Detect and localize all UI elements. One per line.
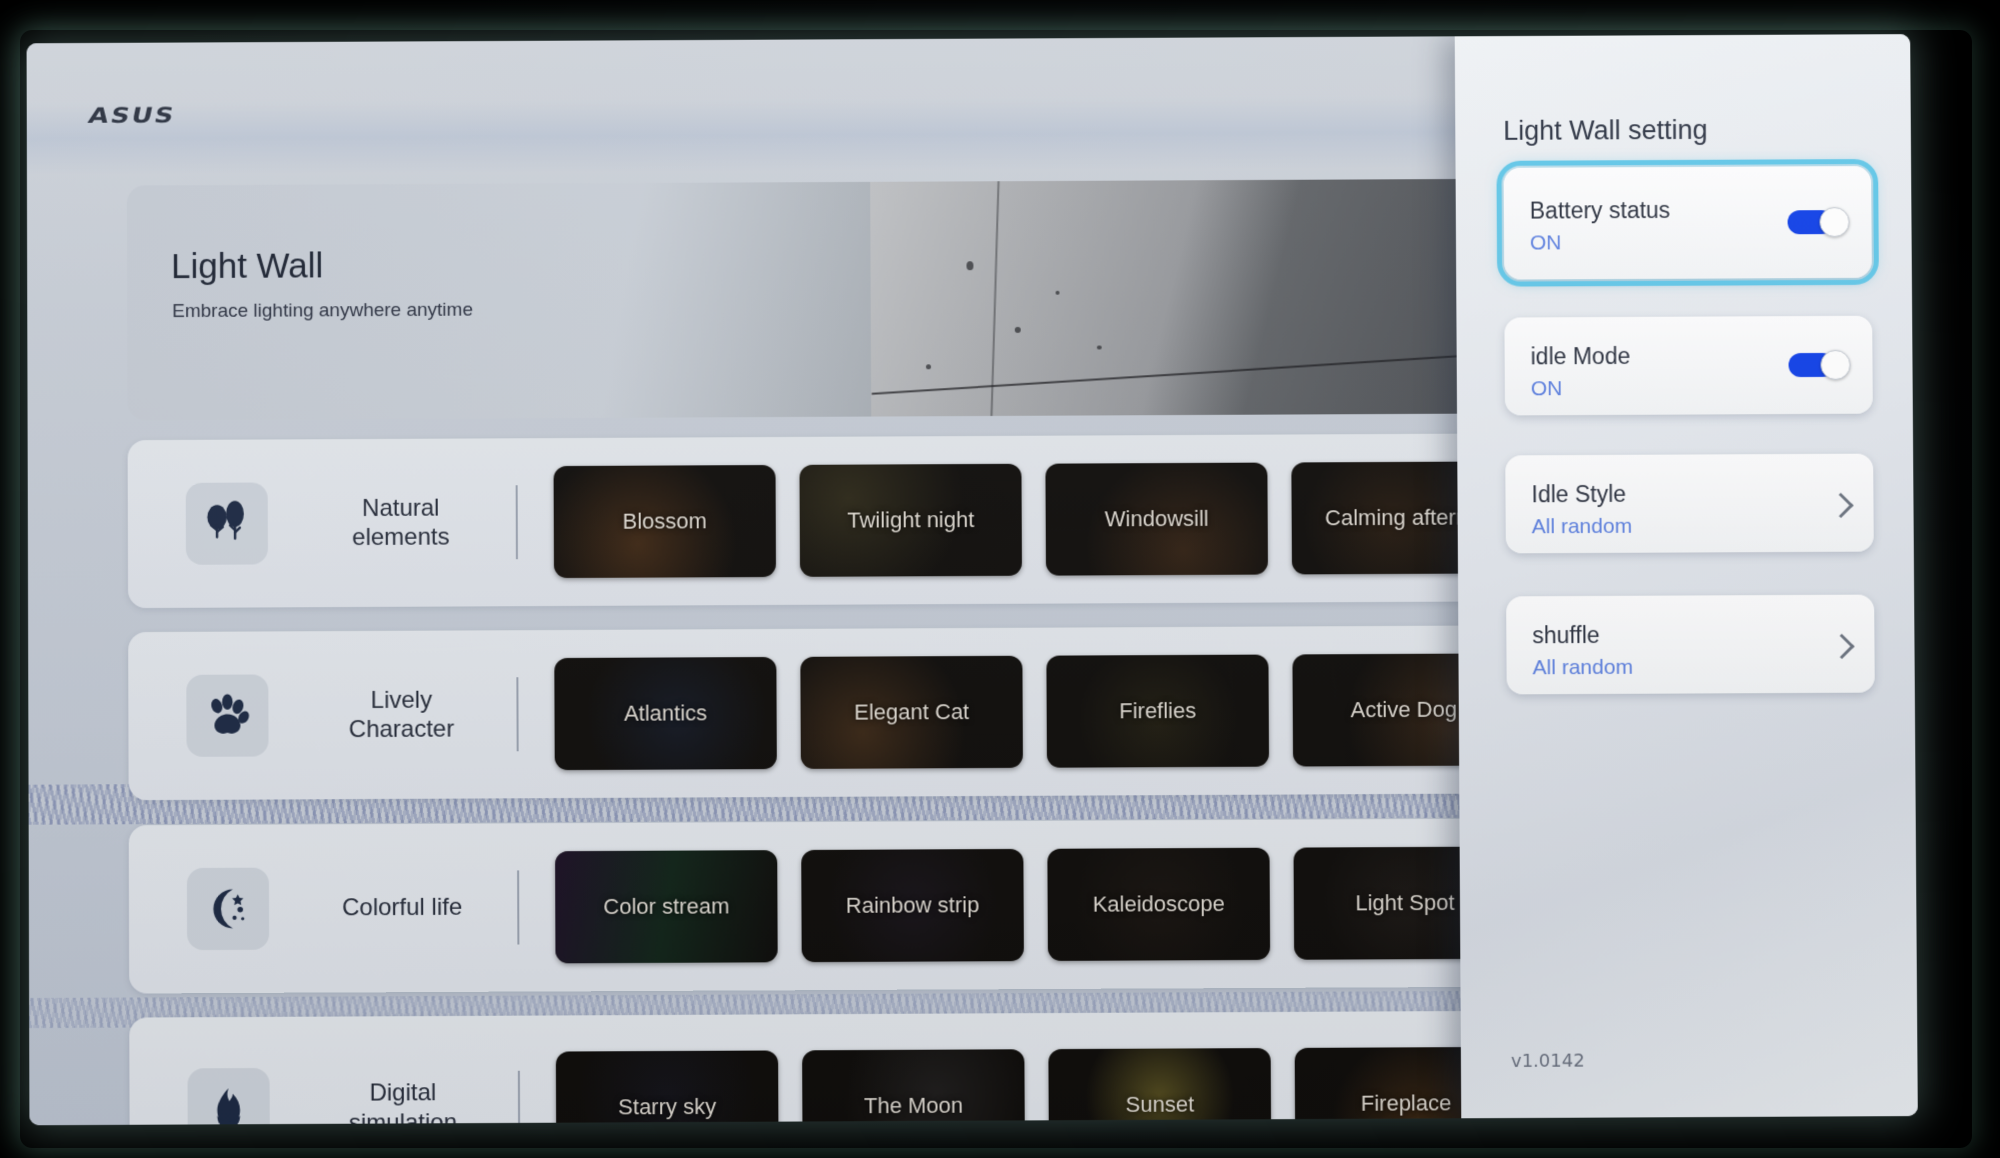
effect-tile[interactable]: Atlantics (554, 657, 777, 770)
tablet-screen: ASUS Light Wall Embrace lighting anywher… (27, 34, 1918, 1125)
hero-photo (870, 179, 1462, 417)
setting-label: Battery status (1530, 197, 1671, 225)
category-label: Colorful life (297, 893, 507, 923)
category-label-line1: Natural (296, 493, 506, 523)
category-label-line2: elements (296, 522, 506, 552)
effect-tile-label: The Moon (864, 1092, 963, 1119)
battery-status-toggle[interactable] (1787, 207, 1849, 237)
effect-tile-label: Color stream (603, 893, 729, 920)
chevron-right-icon[interactable] (1829, 634, 1854, 659)
category-row-digital-simulation: Digital simulation Starry sky The Moon S… (129, 1011, 1461, 1126)
effect-tile[interactable]: Elegant Cat (800, 656, 1023, 769)
effect-tile[interactable]: Twilight night (799, 464, 1021, 577)
category-row-lively-character: Lively Character Atlantics Elegant Cat F… (128, 625, 1461, 800)
effect-tile-label: Active Dog (1350, 697, 1457, 724)
effect-tile-label: Fireplace (1361, 1090, 1452, 1117)
page-title: Light Wall (171, 246, 323, 287)
screen-sheen (27, 96, 1456, 175)
effect-tile-label: Sunset (1125, 1091, 1194, 1117)
effect-tile-label: Blossom (623, 508, 707, 534)
effect-tile[interactable]: Windowsill (1045, 463, 1268, 576)
chevron-right-icon[interactable] (1828, 493, 1853, 518)
photo-background: ASUS Light Wall Embrace lighting anywher… (0, 0, 2000, 1158)
category-label: Natural elements (296, 493, 506, 553)
category-row-colorful-life: Colorful life Color stream Rainbow strip… (129, 818, 1462, 993)
setting-item-idle-mode[interactable]: idle Mode ON (1504, 316, 1872, 416)
setting-label: idle Mode (1531, 343, 1631, 370)
effect-tile-label: Elegant Cat (854, 699, 969, 726)
setting-item-idle-style[interactable]: Idle Style All random (1505, 454, 1874, 554)
effect-tile[interactable]: Kaleidoscope (1047, 848, 1270, 961)
idle-mode-toggle[interactable] (1788, 350, 1850, 380)
setting-label: Idle Style (1531, 481, 1626, 508)
effect-tiles: Color stream Rainbow strip Kaleidoscope … (555, 847, 1461, 964)
effect-tile[interactable]: Light Spot (1294, 847, 1462, 960)
asus-wordmark-icon: ASUS (86, 103, 178, 128)
effect-tile-label: Kaleidoscope (1093, 891, 1225, 918)
effect-tile[interactable]: Fireplace (1295, 1046, 1462, 1125)
setting-value: All random (1532, 515, 1633, 539)
effect-tile[interactable]: Blossom (554, 465, 776, 578)
effect-tile[interactable]: Fireflies (1046, 655, 1269, 768)
category-label-line2: Character (296, 714, 506, 744)
tree-icon (186, 482, 268, 564)
effect-tiles: Blossom Twilight night Windowsill Calmin… (554, 461, 1462, 578)
flame-icon (187, 1067, 269, 1125)
effect-tile-label: Calming afterno (1325, 505, 1461, 532)
light-wall-app: ASUS Light Wall Embrace lighting anywher… (27, 36, 1462, 1125)
effect-tile[interactable]: Calming afterno (1291, 461, 1461, 574)
category-label-line2: simulation (298, 1107, 508, 1125)
category-label: Lively Character (296, 685, 506, 745)
setting-label: shuffle (1532, 622, 1600, 649)
effect-tile-label: Starry sky (618, 1093, 716, 1120)
row-divider (517, 870, 519, 944)
effect-tile-label: Windowsill (1105, 506, 1209, 532)
effect-tile[interactable]: Color stream (555, 850, 778, 963)
light-wall-setting-drawer: Light Wall setting Battery status ON idl… (1455, 34, 1918, 1118)
paw-print-icon (186, 674, 268, 756)
setting-value: All random (1532, 656, 1633, 681)
effect-tile-label: Rainbow strip (846, 892, 980, 919)
effect-tile[interactable]: Starry sky (556, 1050, 779, 1125)
effect-tiles: Atlantics Elegant Cat Fireflies Active D… (554, 653, 1461, 770)
effect-tile[interactable]: The Moon (802, 1049, 1025, 1126)
firmware-version: v1.0142 (1511, 1051, 1585, 1072)
category-label-line1: Lively (296, 685, 506, 715)
effect-tile-label: Twilight night (847, 507, 974, 534)
row-divider (518, 1070, 520, 1125)
setting-item-shuffle[interactable]: shuffle All random (1506, 595, 1875, 695)
toggle-knob (1820, 350, 1850, 380)
category-label: Digital simulation (298, 1078, 508, 1125)
drawer-title: Light Wall setting (1503, 115, 1708, 147)
page-subtitle: Embrace lighting anywhere anytime (172, 300, 473, 323)
setting-item-battery-status[interactable]: Battery status ON (1503, 166, 1871, 280)
effect-tile-label: Fireflies (1119, 698, 1196, 724)
effect-tile-label: Atlantics (624, 700, 707, 726)
category-label-line1: Digital (298, 1078, 508, 1108)
setting-value: ON (1531, 377, 1563, 401)
hero-banner: Light Wall Embrace lighting anywhere any… (127, 179, 1461, 421)
category-row-natural-elements: Natural elements Blossom Twilight night … (128, 433, 1462, 608)
effect-tile[interactable]: Sunset (1048, 1048, 1271, 1126)
effect-tile[interactable]: Rainbow strip (801, 849, 1024, 962)
toggle-knob (1819, 207, 1849, 237)
row-divider (516, 485, 518, 559)
effect-tile-label: Light Spot (1355, 890, 1454, 917)
crescent-moon-stars-icon (187, 868, 269, 951)
effect-tiles: Starry sky The Moon Sunset Fireplace (556, 1046, 1461, 1125)
effect-tile[interactable]: Active Dog (1292, 653, 1461, 766)
row-divider (516, 677, 518, 751)
setting-value: ON (1530, 231, 1562, 255)
category-label-line1: Colorful life (297, 893, 507, 923)
